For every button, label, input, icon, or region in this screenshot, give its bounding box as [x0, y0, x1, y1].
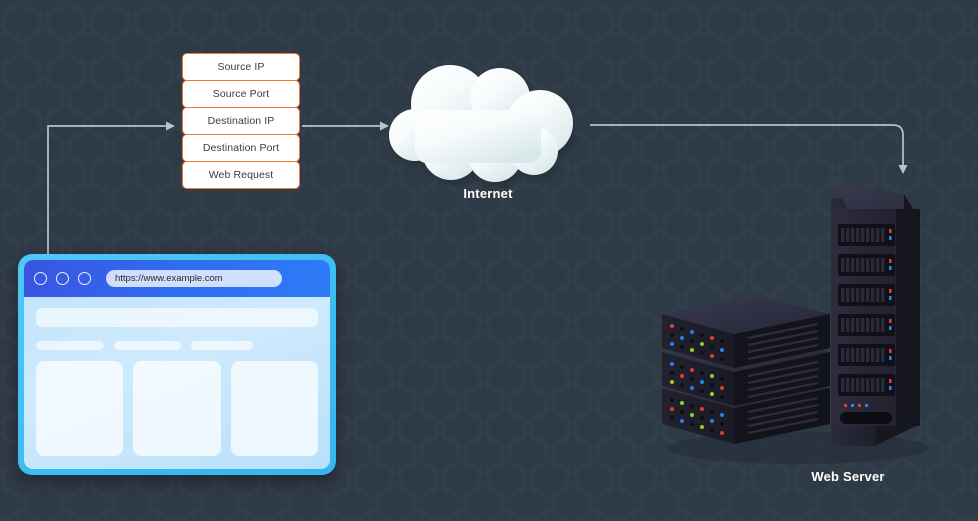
window-close-icon[interactable]: [34, 272, 47, 285]
content-hero-placeholder: [36, 308, 318, 327]
url-text: https://www.example.com: [115, 273, 223, 284]
diagram-canvas: Source IP Source Port Destination IP Des…: [0, 0, 978, 521]
url-address-bar[interactable]: https://www.example.com: [106, 270, 282, 287]
content-card-3: [230, 361, 318, 456]
browser-inner: https://www.example.com: [24, 260, 330, 469]
packet-field-label: Destination Port: [202, 142, 280, 154]
cloud-label: Internet: [463, 186, 513, 201]
packet-field-table: Source IP Source Port Destination IP Des…: [182, 53, 300, 189]
content-card-placeholders: [36, 361, 318, 456]
content-line-2: [113, 341, 182, 350]
content-card-1: [36, 361, 124, 456]
browser-window[interactable]: https://www.example.com: [18, 254, 336, 475]
server-tower-body: [832, 182, 920, 426]
content-line-placeholders: [36, 341, 318, 350]
packet-row: Destination Port: [182, 134, 300, 162]
content-line-3: [191, 341, 254, 350]
content-line-1: [36, 341, 104, 350]
web-server-icon: [662, 182, 928, 464]
server-label: Web Server: [811, 469, 885, 484]
packet-row: Source IP: [182, 53, 300, 81]
browser-page-content: [24, 297, 330, 469]
browser-titlebar: https://www.example.com: [24, 260, 330, 297]
packet-field-label: Destination IP: [207, 115, 275, 127]
packet-field-label: Web Request: [208, 169, 274, 181]
packet-field-label: Source Port: [212, 88, 270, 100]
content-card-2: [133, 361, 221, 456]
packet-row: Web Request: [182, 161, 300, 189]
window-minimize-icon[interactable]: [56, 272, 69, 285]
packet-row: Destination IP: [182, 107, 300, 135]
window-maximize-icon[interactable]: [78, 272, 91, 285]
packet-row: Source Port: [182, 80, 300, 108]
packet-field-label: Source IP: [217, 61, 265, 73]
server-rack-units: [662, 296, 830, 444]
